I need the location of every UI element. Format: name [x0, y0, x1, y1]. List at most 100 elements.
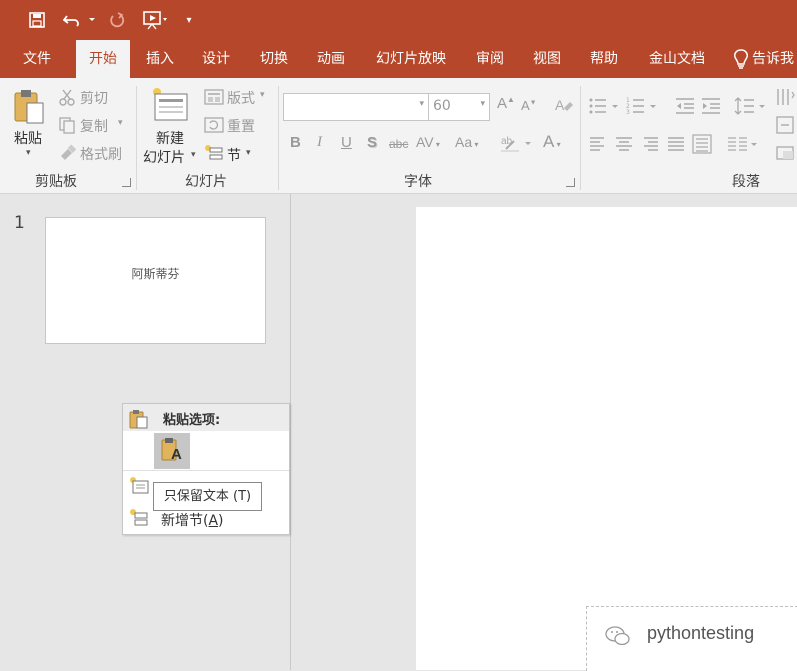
font-name-input[interactable]: ▾ — [283, 93, 429, 121]
svg-text:A: A — [555, 97, 565, 113]
strikethrough-button[interactable]: abc — [389, 137, 408, 151]
smartart-convert-icon[interactable] — [774, 142, 796, 168]
group-separator — [136, 86, 137, 190]
section-button[interactable]: 节 — [227, 145, 241, 165]
bold-button[interactable]: B — [290, 134, 301, 151]
keep-text-only-letter: A — [171, 446, 182, 463]
font-name-dropdown-icon[interactable]: ▾ — [419, 99, 424, 109]
reset-icon[interactable] — [204, 117, 224, 137]
context-menu: 粘贴选项: A 新增节(A) — [122, 403, 290, 535]
save-icon[interactable] — [26, 8, 48, 32]
font-group-label: 字体 — [404, 174, 432, 190]
keep-text-only-tooltip: 只保留文本 (T) — [153, 482, 262, 511]
new-section-icon — [129, 509, 149, 531]
format-painter-icon[interactable] — [58, 144, 78, 166]
slide-number: 1 — [14, 213, 25, 233]
font-color-button[interactable]: A ▾ — [543, 132, 561, 152]
copy-dropdown-icon[interactable]: ▾ — [118, 118, 123, 128]
clear-formatting-icon[interactable]: A — [554, 96, 574, 120]
tab-kdocs[interactable]: 金山文档 — [637, 40, 717, 78]
redo-icon[interactable] — [106, 8, 128, 32]
copy-button[interactable]: 复制 — [80, 116, 108, 136]
paste-options-label: 粘贴选项: — [163, 413, 221, 428]
bullets-icon[interactable] — [588, 96, 622, 120]
align-center-icon[interactable] — [614, 136, 634, 156]
copy-icon[interactable] — [58, 116, 76, 138]
grow-font-icon[interactable]: A▲ — [497, 95, 515, 112]
tab-view[interactable]: 视图 — [523, 40, 571, 78]
align-text-icon[interactable] — [774, 114, 796, 140]
paste-icon[interactable] — [12, 88, 48, 130]
paste-options-icon — [129, 409, 149, 433]
justify-icon[interactable] — [666, 136, 686, 156]
columns-icon[interactable] — [726, 136, 760, 156]
svg-text:3: 3 — [626, 109, 630, 116]
shrink-font-icon[interactable]: A▼ — [521, 98, 537, 113]
line-spacing-icon[interactable] — [734, 96, 768, 120]
group-separator — [278, 86, 279, 190]
new-slide-menu-icon — [129, 477, 149, 499]
tab-help[interactable]: 帮助 — [580, 40, 628, 78]
numbering-icon[interactable]: 123 — [626, 96, 660, 120]
tab-transitions[interactable]: 切换 — [250, 40, 298, 78]
distributed-icon[interactable] — [692, 134, 712, 158]
new-slide-label-2[interactable]: 幻灯片 — [143, 147, 185, 167]
clipboard-group-label: 剪贴板 — [35, 174, 77, 190]
character-spacing-button[interactable]: AV ▾ — [416, 134, 440, 150]
new-slide-icon[interactable] — [150, 86, 190, 126]
increase-indent-icon[interactable] — [701, 97, 721, 119]
pane-divider[interactable] — [290, 194, 291, 670]
layout-button[interactable]: 版式 — [227, 88, 255, 108]
section-icon[interactable] — [204, 144, 224, 166]
tab-slideshow[interactable]: 幻灯片放映 — [365, 40, 457, 78]
slide-thumbnail[interactable]: 阿斯蒂芬 — [45, 217, 266, 344]
text-direction-icon[interactable] — [774, 86, 796, 112]
slides-group-label: 幻灯片 — [185, 174, 227, 190]
slide-thumbnail-text: 阿斯蒂芬 — [131, 267, 180, 281]
reset-button[interactable]: 重置 — [227, 116, 255, 136]
section-dropdown-icon[interactable]: ▾ — [246, 148, 251, 158]
align-right-icon[interactable] — [640, 136, 660, 156]
clipboard-launcher-icon[interactable] — [122, 178, 131, 187]
undo-icon[interactable] — [60, 8, 96, 32]
align-left-icon[interactable] — [588, 136, 608, 156]
paste-button[interactable]: 粘贴 — [14, 128, 42, 148]
font-size-input[interactable]: 60 ▾ — [428, 93, 490, 121]
menu-separator — [123, 470, 289, 471]
highlight-icon[interactable]: ab — [500, 133, 534, 157]
cut-icon[interactable] — [58, 88, 76, 110]
paragraph-group-label: 段落 — [732, 174, 760, 190]
tab-tell-me[interactable]: 告诉我 — [752, 40, 797, 78]
tab-design[interactable]: 设计 — [192, 40, 240, 78]
cut-button[interactable]: 剪切 — [80, 88, 108, 108]
watermark: pythontesting — [586, 606, 797, 671]
underline-button[interactable]: U — [341, 134, 352, 151]
group-separator — [580, 86, 581, 190]
tab-file[interactable]: 文件 — [12, 40, 62, 78]
change-case-button[interactable]: Aa ▾ — [455, 134, 478, 150]
new-section-label: 新增节(A) — [161, 513, 224, 529]
tab-animations[interactable]: 动画 — [307, 40, 355, 78]
slide-canvas[interactable] — [416, 207, 797, 670]
lightbulb-icon[interactable] — [732, 48, 750, 74]
format-painter-button[interactable]: 格式刷 — [80, 144, 122, 164]
tab-insert[interactable]: 插入 — [136, 40, 184, 78]
new-slide-button[interactable]: 新建 — [156, 128, 184, 148]
font-size-value: 60 — [433, 98, 451, 114]
keep-text-only-button[interactable]: A — [154, 433, 190, 469]
paste-dropdown-icon[interactable]: ▾ — [26, 148, 31, 158]
font-size-dropdown-icon[interactable]: ▾ — [480, 99, 485, 109]
layout-icon[interactable] — [204, 89, 224, 109]
customize-qat-icon[interactable]: ▾ — [182, 8, 196, 32]
new-slide-dropdown-icon[interactable]: ▾ — [191, 150, 196, 160]
font-launcher-icon[interactable] — [566, 178, 575, 187]
italic-button[interactable]: I — [317, 134, 322, 151]
layout-dropdown-icon[interactable]: ▾ — [260, 90, 265, 100]
wechat-icon — [605, 625, 631, 651]
slideshow-from-start-icon[interactable] — [140, 8, 170, 32]
watermark-text: pythontesting — [647, 623, 755, 643]
text-shadow-button[interactable]: S — [367, 134, 377, 151]
tab-home[interactable]: 开始 — [76, 40, 130, 78]
decrease-indent-icon[interactable] — [675, 97, 695, 119]
tab-review[interactable]: 审阅 — [466, 40, 514, 78]
